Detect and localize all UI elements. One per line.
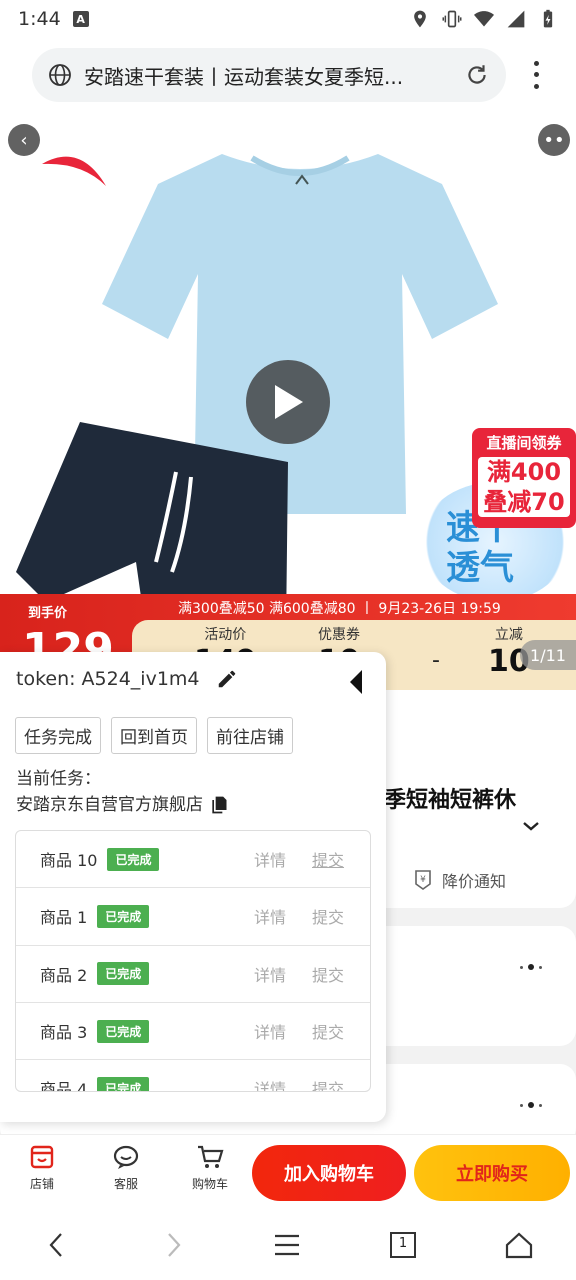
task-list: 商品 10 已完成 详情 提交 商品 1 已完成 详情 提交 商品 2 已完成 … <box>15 830 371 1092</box>
vibrate-icon <box>442 10 462 28</box>
product-title[interactable]: 季短袖短裤休 <box>384 782 516 814</box>
buy-now-button[interactable]: 立即购买 <box>414 1145 570 1201</box>
task-shop-name: 安踏京东自营官方旗舰店 <box>16 795 203 815</box>
notification-a-icon: A <box>72 11 89 27</box>
go-home-button[interactable]: 回到首页 <box>111 717 197 754</box>
submit-link[interactable]: 提交 <box>312 904 344 928</box>
anta-logo-icon <box>42 156 106 186</box>
battery-icon <box>543 9 553 28</box>
to-hand-label: 到手价 <box>28 606 68 621</box>
svg-text:¥: ¥ <box>420 875 426 885</box>
browser-nav-bar: 1 <box>0 1210 576 1280</box>
price-tag-icon: ¥ <box>415 870 431 890</box>
task-item-name: 商品 4 <box>40 1080 88 1092</box>
detail-link[interactable]: 详情 <box>254 1019 286 1043</box>
reload-icon[interactable] <box>464 62 490 88</box>
detail-link[interactable]: 详情 <box>254 962 286 986</box>
minus-sign: - <box>432 648 440 673</box>
submit-link[interactable]: 提交 <box>312 962 344 986</box>
task-item-name: 商品 2 <box>40 965 88 985</box>
task-item-name: 商品 3 <box>40 1023 88 1043</box>
wifi-icon <box>474 11 494 27</box>
back-icon[interactable] <box>42 1230 72 1260</box>
promo-line: 满300叠减50 满600叠减80 丨 9月23-26日 19:59 <box>178 601 501 617</box>
detail-link[interactable]: 详情 <box>254 847 286 871</box>
live-coupon-badge[interactable]: 直播间领券 满400 叠减70 <box>472 428 576 528</box>
forward-icon[interactable] <box>158 1230 188 1260</box>
globe-icon <box>49 64 71 86</box>
tabs-button[interactable]: 1 <box>388 1230 418 1260</box>
task-panel: token: A524_iv1m4 任务完成 回到首页 前往店铺 当前任务： 安… <box>0 652 386 1122</box>
edit-icon[interactable] <box>216 668 238 690</box>
status-badge: 已完成 <box>97 904 150 928</box>
detail-link[interactable]: 详情 <box>254 904 286 928</box>
task-row: 商品 2 已完成 详情 提交 <box>16 946 370 1003</box>
more-dots-icon[interactable] <box>520 1102 542 1108</box>
status-icons <box>410 9 558 29</box>
detail-link[interactable]: 详情 <box>254 1076 286 1091</box>
task-row: 商品 4 已完成 详情 提交 <box>16 1060 370 1092</box>
status-badge: 已完成 <box>107 847 160 871</box>
token-label: token: <box>16 668 76 690</box>
submit-link[interactable]: 提交 <box>312 847 344 871</box>
product-image-carousel[interactable]: ‹ •• 速干 透气 直播间领券 满400 叠减70 <box>0 112 576 632</box>
current-task: 当前任务： 安踏京东自营官方旗舰店 <box>16 766 229 818</box>
add-to-cart-button[interactable]: 加入购物车 <box>252 1145 406 1201</box>
current-task-label: 当前任务： <box>16 769 101 789</box>
submit-link[interactable]: 提交 <box>312 1019 344 1043</box>
back-circle-icon[interactable]: ‹ <box>8 124 40 156</box>
task-row: 商品 3 已完成 详情 提交 <box>16 1003 370 1061</box>
task-complete-button[interactable]: 任务完成 <box>15 717 101 754</box>
task-row: 商品 1 已完成 详情 提交 <box>16 888 370 946</box>
chat-icon <box>113 1145 139 1169</box>
browser-menu-icon[interactable] <box>525 58 547 92</box>
status-bar: 1:44 A <box>0 0 576 38</box>
panel-button-row: 任务完成 回到首页 前往店铺 <box>15 717 293 754</box>
token-row: token: A524_iv1m4 <box>16 668 238 690</box>
play-icon <box>275 385 303 419</box>
image-page-indicator: 1/11 <box>520 640 576 670</box>
copy-icon[interactable] <box>209 795 229 815</box>
price-notice-button[interactable]: ¥ 降价通知 <box>412 868 506 892</box>
shop-icon <box>30 1145 54 1169</box>
status-badge: 已完成 <box>97 1076 150 1091</box>
task-item-name: 商品 1 <box>40 908 88 928</box>
more-dots-icon[interactable] <box>520 964 542 970</box>
cart-icon <box>198 1145 224 1168</box>
menu-icon[interactable] <box>272 1230 302 1260</box>
token-value: A524_iv1m4 <box>81 668 200 690</box>
location-icon <box>414 10 426 28</box>
customer-service-button[interactable]: 客服 <box>98 1143 154 1192</box>
url-text[interactable]: 安踏速干套装丨运动套装女夏季短... <box>84 61 454 90</box>
play-video-button[interactable] <box>246 360 330 444</box>
shop-button[interactable]: 店铺 <box>14 1143 70 1192</box>
go-shop-button[interactable]: 前往店铺 <box>207 717 293 754</box>
status-badge: 已完成 <box>97 962 150 986</box>
url-bar[interactable]: 安踏速干套装丨运动套装女夏季短... <box>32 48 506 102</box>
bottom-action-bar: 店铺 客服 购物车 加入购物车 立即购买 <box>0 1134 576 1210</box>
cart-button[interactable]: 购物车 <box>182 1143 238 1192</box>
more-circle-icon[interactable]: •• <box>538 124 570 156</box>
signal-icon <box>507 10 525 28</box>
status-time: 1:44 <box>18 8 61 30</box>
chevron-down-icon[interactable] <box>522 820 540 832</box>
task-item-name: 商品 10 <box>40 851 98 871</box>
task-row: 商品 10 已完成 详情 提交 <box>16 831 370 889</box>
collapse-panel-icon[interactable] <box>346 668 366 696</box>
status-badge: 已完成 <box>97 1019 150 1043</box>
home-icon[interactable] <box>504 1230 534 1260</box>
tab-count: 1 <box>398 1236 408 1251</box>
submit-link[interactable]: 提交 <box>312 1076 344 1091</box>
